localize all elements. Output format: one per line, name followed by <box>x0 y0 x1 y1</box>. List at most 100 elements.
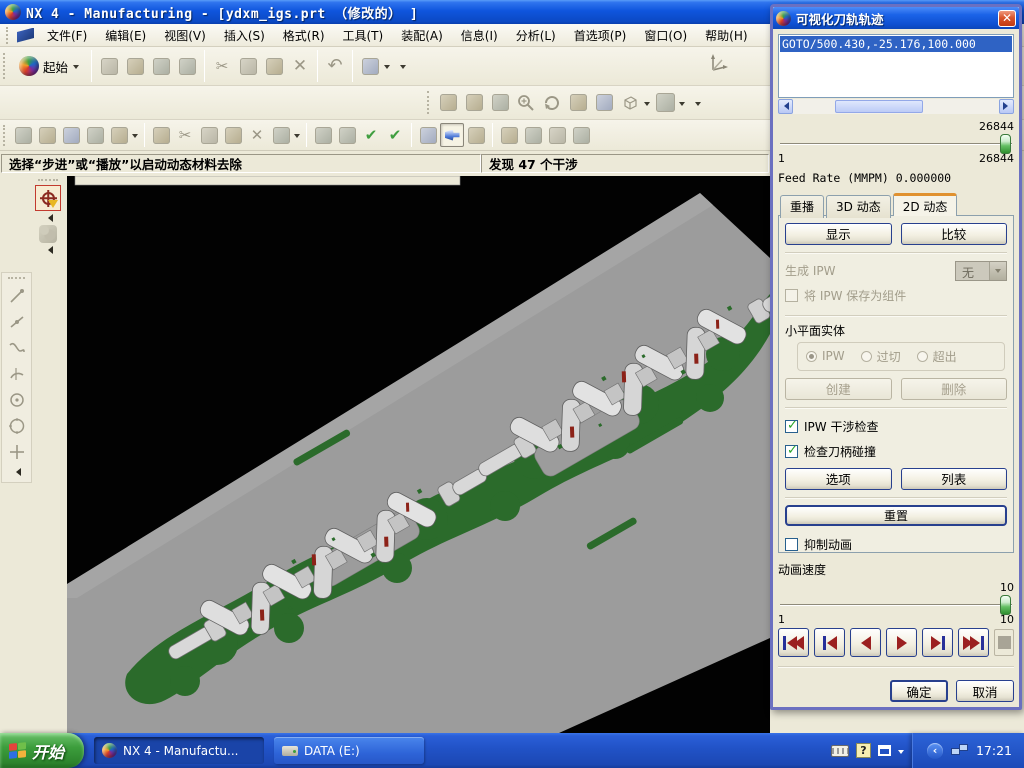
close-icon[interactable]: ✕ <box>998 10 1016 27</box>
save-icon[interactable] <box>148 53 174 79</box>
ipw-interference-checkbox[interactable]: ✓ <box>785 420 798 433</box>
machine-simulation-icon[interactable] <box>464 123 488 147</box>
chevron-down-icon[interactable] <box>294 134 300 141</box>
rotate-view-icon[interactable] <box>539 90 565 116</box>
delete-button[interactable]: 删除 <box>901 378 1008 400</box>
create-tool-icon[interactable] <box>35 123 59 147</box>
collapse-left-icon[interactable] <box>44 246 53 254</box>
pan-icon[interactable] <box>565 90 591 116</box>
radio-excess[interactable] <box>917 351 928 362</box>
chevron-down-icon[interactable] <box>132 134 138 141</box>
taskbar-task-explorer[interactable]: DATA (E:) <box>274 737 424 764</box>
view-popup-icon[interactable] <box>357 53 383 79</box>
tab-replay[interactable]: 重播 <box>780 195 824 218</box>
toolbar-grip[interactable] <box>427 91 431 114</box>
toolbar-grip[interactable] <box>6 27 10 44</box>
menu-analysis[interactable]: 分析(L) <box>507 24 565 47</box>
toolbar-grip[interactable] <box>3 125 7 146</box>
zoom-icon[interactable] <box>461 90 487 116</box>
holder-collision-checkbox[interactable]: ✓ <box>785 445 798 458</box>
create-program-icon[interactable] <box>11 123 35 147</box>
display-mode-icon[interactable] <box>617 90 643 116</box>
output-cl-icon[interactable] <box>569 123 593 147</box>
chevron-down-icon[interactable] <box>644 102 650 109</box>
start-button[interactable]: 开始 <box>0 733 84 768</box>
chevron-down-icon[interactable] <box>898 750 904 757</box>
fit-view-icon[interactable] <box>435 90 461 116</box>
menu-assemblies[interactable]: 装配(A) <box>392 24 452 47</box>
undo-icon[interactable]: ↶ <box>322 53 348 79</box>
menu-tools[interactable]: 工具(T) <box>334 24 393 47</box>
circle-icon[interactable] <box>5 413 29 439</box>
menu-edit[interactable]: 编辑(E) <box>96 24 155 47</box>
print-icon[interactable] <box>174 53 200 79</box>
toolbar-overflow-icon[interactable] <box>400 65 406 72</box>
stop-button[interactable] <box>994 629 1014 656</box>
toolpath-listbox[interactable]: GOTO/500.430,-25.176,100.000 <box>778 34 1014 98</box>
step-forward-button[interactable] <box>922 628 953 657</box>
menu-preferences[interactable]: 首选项(P) <box>565 24 636 47</box>
play-backward-button[interactable] <box>850 628 881 657</box>
reset-button[interactable]: 重置 <box>785 505 1007 526</box>
synchronize-icon[interactable] <box>497 123 521 147</box>
copy-operation-icon[interactable] <box>197 123 221 147</box>
paste-operation-icon[interactable] <box>221 123 245 147</box>
toolpath-list-hscrollbar[interactable] <box>778 99 1014 114</box>
snap-point-icon[interactable] <box>39 225 57 243</box>
menu-information[interactable]: 信息(I) <box>452 24 507 47</box>
new-file-icon[interactable] <box>96 53 122 79</box>
list-output-icon[interactable]: ✔ <box>383 123 407 147</box>
edit-object-icon[interactable] <box>149 123 173 147</box>
animation-speed-slider[interactable] <box>780 595 1012 612</box>
graphics-viewport[interactable] <box>67 176 770 733</box>
create-operation-icon[interactable] <box>107 123 131 147</box>
scrollbar-thumb[interactable] <box>835 100 923 113</box>
toolpath-progress-slider[interactable] <box>780 134 1012 151</box>
restore-window-icon[interactable] <box>878 745 891 756</box>
delete-operation-icon[interactable]: ✕ <box>245 123 269 147</box>
toolbar-grip[interactable] <box>8 277 25 281</box>
play-forward-button[interactable] <box>886 628 917 657</box>
options-button[interactable]: 选项 <box>785 468 892 490</box>
toolpath-list-item[interactable]: GOTO/500.430,-25.176,100.000 <box>780 36 1012 52</box>
point-icon[interactable] <box>5 439 29 465</box>
csys-axes-icon[interactable] <box>706 51 732 77</box>
toolbar-grip[interactable] <box>38 179 58 183</box>
list-button[interactable]: 列表 <box>901 468 1008 490</box>
arc-icon[interactable] <box>5 361 29 387</box>
slider-thumb[interactable] <box>1000 595 1011 615</box>
copy-icon[interactable] <box>235 53 261 79</box>
radio-gouge[interactable] <box>861 351 872 362</box>
dropdown-arrow-icon[interactable] <box>989 262 1006 280</box>
network-icon[interactable] <box>951 744 968 757</box>
circle-center-icon[interactable] <box>5 387 29 413</box>
post-process-icon[interactable] <box>521 123 545 147</box>
step-back-button[interactable] <box>814 628 845 657</box>
ok-button[interactable]: 确定 <box>890 680 948 702</box>
menu-insert[interactable]: 插入(S) <box>215 24 274 47</box>
chevron-down-icon[interactable] <box>384 65 390 72</box>
collapse-left-icon[interactable] <box>12 468 21 476</box>
create-method-icon[interactable] <box>83 123 107 147</box>
go-to-start-button[interactable] <box>778 628 809 657</box>
delete-icon[interactable]: ✕ <box>287 53 313 79</box>
scroll-left-icon[interactable] <box>778 99 793 114</box>
open-file-icon[interactable] <box>122 53 148 79</box>
create-geometry-icon[interactable] <box>59 123 83 147</box>
taskbar-task-nx[interactable]: NX 4 - Manufactu... <box>94 737 264 764</box>
chevron-down-icon[interactable] <box>679 102 685 109</box>
menu-file[interactable]: 文件(F) <box>38 24 96 47</box>
tab-2d-dynamic[interactable]: 2D 动态 <box>893 193 958 216</box>
verify-toolpath-icon[interactable] <box>440 123 464 147</box>
keyboard-layout-icon[interactable] <box>831 745 849 757</box>
magnifier-icon[interactable] <box>513 90 539 116</box>
selection-filter-icon[interactable] <box>35 185 61 211</box>
help-tray-icon[interactable]: ? <box>856 743 871 758</box>
transform-object-icon[interactable] <box>269 123 293 147</box>
start-menu-button[interactable]: 起始 <box>13 53 87 79</box>
toolpath-list-icon[interactable] <box>416 123 440 147</box>
toolbar-grip[interactable] <box>3 53 7 80</box>
cancel-button[interactable]: 取消 <box>956 680 1014 702</box>
paste-icon[interactable] <box>261 53 287 79</box>
shop-documentation-icon[interactable] <box>545 123 569 147</box>
